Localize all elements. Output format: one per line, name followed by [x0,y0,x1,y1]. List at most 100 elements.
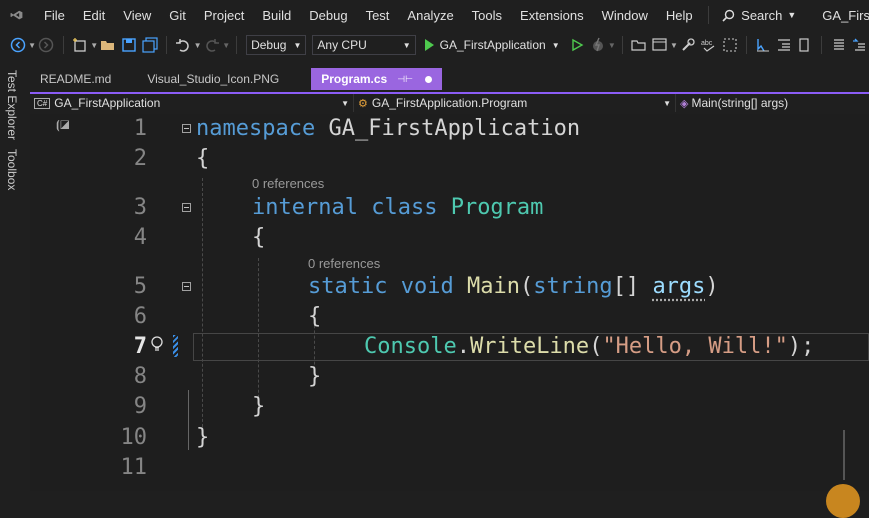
svg-text:abc: abc [701,40,713,47]
tab-label: README.md [40,72,112,86]
chevron-down-icon[interactable]: ▼ [608,41,616,50]
save-icon[interactable] [120,35,139,55]
modified-dot-icon[interactable] [424,75,432,83]
chevron-down-icon: ▼ [341,98,349,108]
chevron-down-icon: ▼ [293,40,302,50]
indent-icon[interactable] [774,35,793,55]
scrollbar[interactable] [843,430,845,480]
back-icon[interactable] [8,35,27,55]
open-folder-icon[interactable] [99,35,118,55]
menu-window[interactable]: Window [593,8,657,23]
toolbar: ▼ ▼ ▼ ▼ Debug ▼ Any CPU ▼ GA_FirstApplic… [0,30,869,60]
code-line: 1 namespace GA_FirstApplication [30,114,869,144]
project-dropdown[interactable]: C# GA_FirstApplication ▼ [30,94,354,112]
start-debugging-button[interactable]: GA_FirstApplication ▼ [424,38,560,52]
menu-help[interactable]: Help [657,8,702,23]
spell-check-icon[interactable]: abc [700,35,719,55]
chevron-down-icon[interactable]: ▼ [194,41,202,50]
method-name: Main [453,274,520,299]
redo-icon[interactable] [203,35,222,55]
collapse-icon[interactable] [182,124,191,133]
chevron-down-icon[interactable]: ▼ [28,41,36,50]
menu-debug[interactable]: Debug [300,8,356,23]
menu-build[interactable]: Build [253,8,300,23]
brace: } [308,364,322,389]
format-icon[interactable] [720,35,739,55]
hot-reload-icon[interactable] [588,35,607,55]
method-icon: ◈ [680,97,689,110]
tab-toolbox[interactable]: Toolbox [5,149,19,190]
chevron-down-icon[interactable]: ▼ [670,41,678,50]
line-number: 11 [120,455,148,480]
window-layout-icon[interactable] [650,35,669,55]
namespace-name: GA_FirstApplication [315,116,581,141]
menu-test[interactable]: Test [357,8,399,23]
browse-folder-icon[interactable] [630,35,649,55]
search-label: Search [741,7,783,23]
line-number: 4 [133,225,147,250]
method-name: WriteLine [469,334,590,359]
menu-file[interactable]: File [35,8,74,23]
document-tabs: README.md Visual_Studio_Icon.PNG Program… [30,68,869,94]
search-button[interactable]: Search ▼ [714,8,804,23]
code-line: 2 { [30,144,869,174]
code-line: 4 { [30,223,869,253]
tab-label: Visual_Studio_Icon.PNG [147,72,280,86]
line-number: 10 [120,425,148,450]
chevron-down-icon[interactable]: ▼ [552,41,560,50]
chevron-down-icon[interactable]: ▼ [90,41,98,50]
menu-project[interactable]: Project [195,8,253,23]
member-name: Main(string[] args) [691,96,789,110]
solution-platform-select[interactable]: Any CPU ▼ [312,35,416,55]
menu-edit[interactable]: Edit [74,8,114,23]
csharp-project-icon: C# [34,97,51,109]
punctuation: [] [612,274,653,299]
menu-analyze[interactable]: Analyze [398,8,462,23]
line-number: 7 [133,334,147,359]
references-codelens[interactable]: 0 references [308,256,380,271]
punctuation: ( [519,274,534,299]
notification-icon[interactable] [826,484,860,518]
visual-studio-logo-icon [10,10,23,20]
collapse-icon[interactable] [182,282,191,291]
comment-lines-icon[interactable] [829,35,848,55]
bookmark-icon[interactable] [795,35,814,55]
menu-extensions[interactable]: Extensions [511,8,593,23]
solution-configuration-select[interactable]: Debug ▼ [246,35,307,55]
brace: { [308,304,322,329]
code-editor[interactable]: ⦗◪ 1 namespace GA_FirstApplication 2 { 0… [30,114,869,518]
type-dropdown[interactable]: ⚙ GA_FirstApplication.Program ▼ [354,94,676,112]
start-without-debugging-icon[interactable] [568,35,587,55]
member-dropdown[interactable]: ◈ Main(string[] args) [676,94,869,112]
tab-program-cs[interactable]: Program.cs ⊣⊢ [311,68,442,90]
line-number: 2 [133,146,147,171]
pointer-icon[interactable] [754,35,773,55]
code-line: 3 internal class Program [30,193,869,223]
menu-git[interactable]: Git [160,8,195,23]
pin-tab-icon[interactable]: ⊣⊢ [397,74,413,85]
tab-test-explorer[interactable]: Test Explorer [5,70,19,140]
platform-value: Any CPU [317,38,367,52]
line-number: 5 [133,274,147,299]
new-project-icon[interactable] [71,35,90,55]
toolbar-separator [236,36,238,54]
lightbulb-icon[interactable] [150,334,164,359]
brace: } [196,425,210,450]
save-all-icon[interactable] [140,35,159,55]
collapse-icon[interactable] [182,203,191,212]
code-line: 11 [30,453,869,483]
tool-icon[interactable] [679,35,698,55]
window-title: GA_FirstApplic [822,7,869,23]
menu-tools[interactable]: Tools [463,8,511,23]
chevron-down-icon[interactable]: ▼ [222,41,230,50]
menu-view[interactable]: View [114,8,160,23]
tab-readme[interactable]: README.md [30,68,121,90]
parameter-name: args [652,274,706,299]
references-codelens[interactable]: 0 references [252,176,324,191]
forward-icon[interactable] [37,35,56,55]
code-line: 5 static void Main(string[] args) [30,272,869,302]
undo-icon[interactable] [174,35,193,55]
tab-visual-studio-icon[interactable]: Visual_Studio_Icon.PNG [137,68,289,90]
uncomment-lines-icon[interactable] [849,35,868,55]
toolbar-separator [621,36,623,54]
